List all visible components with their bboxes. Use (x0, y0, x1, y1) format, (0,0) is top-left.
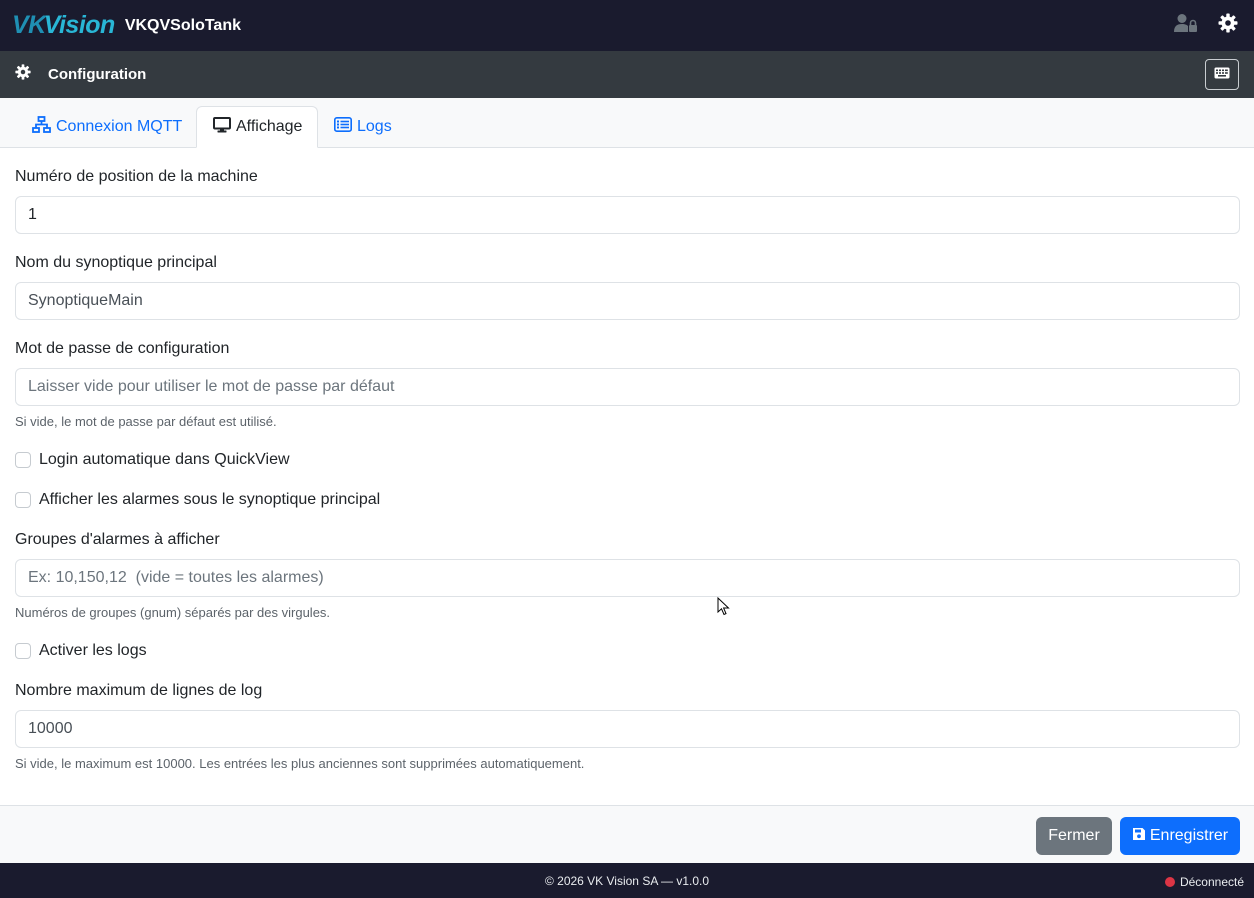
max-log-lines-help: Si vide, le maximum est 10000. Les entré… (15, 756, 585, 771)
app-title: VKQVSoloTank (124, 16, 241, 34)
max-log-lines-input[interactable] (15, 710, 1240, 748)
tab-bar: Connexion MQTT Affichage Logs (0, 98, 1254, 148)
keyboard-button[interactable] (1205, 59, 1239, 90)
show-alarms-label: Afficher les alarmes sous le synoptique … (39, 491, 381, 508)
alarm-groups-label: Groupes d'alarmes à afficher (15, 531, 220, 548)
copyright-text: © 2026 VK Vision SA — v1.0.0 (544, 873, 710, 888)
config-header: Configuration (0, 51, 1254, 98)
list-icon (334, 117, 357, 137)
synoptique-label: Nom du synoptique principal (15, 254, 217, 271)
position-input[interactable] (15, 196, 1240, 234)
app-logo: VK Vision VKQVSoloTank (12, 0, 241, 51)
position-label: Numéro de position de la machine (15, 168, 258, 185)
config-title: Configuration (48, 66, 147, 83)
app-header: VK Vision VKQVSoloTank (0, 0, 1254, 51)
alarm-groups-input[interactable] (15, 559, 1240, 597)
show-alarms-row: Afficher les alarmes sous le synoptique … (15, 491, 380, 509)
keyboard-icon (1214, 67, 1230, 82)
tab-label: Logs (357, 118, 392, 135)
tab-label: Affichage (236, 118, 303, 135)
auto-login-row: Login automatique dans QuickView (15, 451, 290, 469)
password-input[interactable] (15, 368, 1240, 406)
gear-icon (15, 64, 31, 85)
gear-icon[interactable] (1218, 13, 1238, 33)
floppy-disk-icon (1132, 827, 1150, 846)
alarm-groups-help: Numéros de groupes (gnum) séparés par de… (15, 605, 331, 620)
status-bar: © 2026 VK Vision SA — v1.0.0 Déconnecté (0, 863, 1254, 898)
tab-logs[interactable]: Logs (318, 106, 408, 148)
tab-affichage[interactable]: Affichage (196, 106, 318, 148)
enable-logs-row: Activer les logs (15, 642, 147, 660)
monitor-icon (213, 116, 236, 138)
mouse-cursor-icon (717, 596, 730, 621)
connection-label: Déconnecté (1179, 875, 1244, 889)
save-label: Enregistrer (1149, 827, 1229, 844)
status-dot-icon (1164, 877, 1175, 887)
synoptique-input[interactable] (15, 282, 1240, 320)
enable-logs-checkbox[interactable] (15, 643, 31, 659)
logo-wordmark: VK Vision (12, 11, 115, 39)
password-help: Si vide, le mot de passe par défaut est … (15, 414, 277, 429)
close-button[interactable]: Fermer (1036, 817, 1112, 855)
max-log-lines-label: Nombre maximum de lignes de log (15, 682, 263, 699)
tab-label: Connexion MQTT (56, 118, 183, 135)
tab-mqtt[interactable]: Connexion MQTT (16, 106, 198, 148)
auto-login-label: Login automatique dans QuickView (39, 451, 290, 468)
user-lock-icon[interactable] (1174, 13, 1198, 33)
save-button[interactable]: Enregistrer (1120, 817, 1240, 855)
form-actions: Fermer Enregistrer (0, 805, 1254, 863)
enable-logs-label: Activer les logs (39, 642, 147, 659)
network-icon (32, 116, 56, 138)
auto-login-checkbox[interactable] (15, 452, 31, 468)
connection-status: Déconnecté (1164, 875, 1244, 889)
password-label: Mot de passe de configuration (15, 340, 230, 357)
show-alarms-checkbox[interactable] (15, 492, 31, 508)
